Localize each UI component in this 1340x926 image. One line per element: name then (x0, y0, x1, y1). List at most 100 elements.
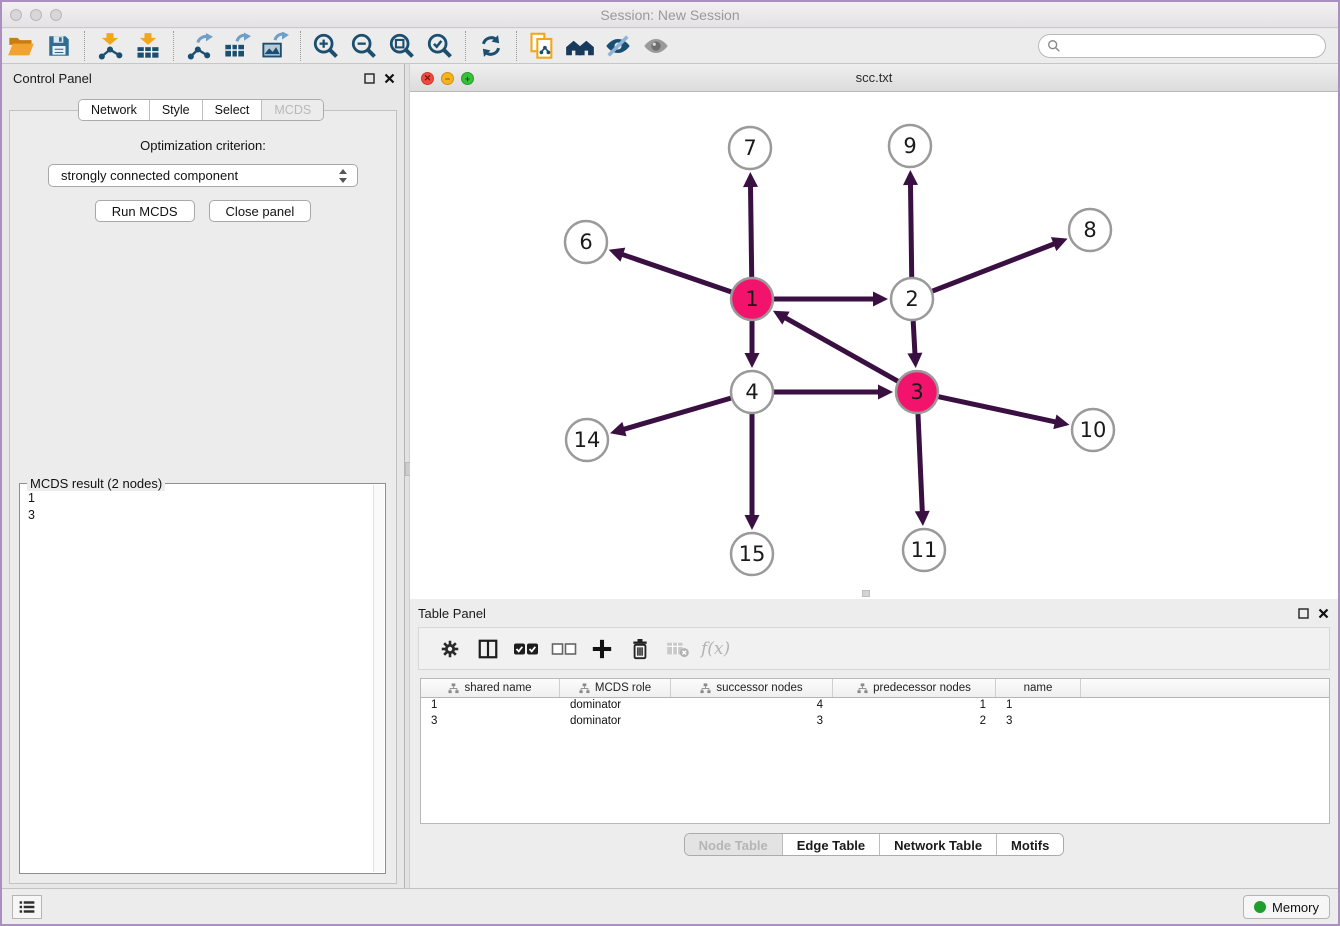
zoom-in-icon[interactable] (307, 30, 345, 62)
svg-text:15: 15 (739, 542, 766, 566)
cell-successor-nodes[interactable]: 4 (671, 698, 833, 714)
memory-button[interactable]: Memory (1243, 895, 1330, 919)
tab-network-table[interactable]: Network Table (879, 834, 996, 855)
graph-node-2[interactable]: 2 (891, 278, 933, 320)
delete-row-trash-icon[interactable] (621, 632, 659, 666)
hide-selected-eye-icon[interactable] (599, 30, 637, 62)
graph-edge-4-14[interactable] (622, 398, 731, 430)
unselect-all-columns-icon[interactable] (545, 632, 583, 666)
tab-select[interactable]: Select (202, 100, 262, 120)
graph-edge-1-7[interactable] (750, 184, 751, 277)
tab-edge-table[interactable]: Edge Table (782, 834, 879, 855)
graph-edge-3-10[interactable] (939, 397, 1058, 423)
graph-node-14[interactable]: 14 (566, 419, 608, 461)
import-table-icon[interactable] (129, 30, 167, 62)
graph-edge-3-11[interactable] (918, 414, 922, 514)
network-view-window: ✕ − + scc.txt 1234678910111415 (410, 64, 1338, 599)
export-image-icon[interactable] (256, 30, 294, 62)
float-panel-icon[interactable] (362, 71, 376, 85)
graph-edge-3-1[interactable] (783, 317, 897, 382)
cell-predecessor-nodes[interactable]: 2 (833, 714, 996, 730)
search-field[interactable] (1038, 34, 1326, 58)
zoom-fit-icon[interactable] (383, 30, 421, 62)
cell-successor-nodes[interactable]: 3 (671, 714, 833, 730)
cell-predecessor-nodes[interactable]: 1 (833, 698, 996, 714)
result-scrollbar[interactable] (373, 485, 384, 872)
column-header-name[interactable]: name (996, 679, 1081, 697)
column-header-predecessor-nodes[interactable]: predecessor nodes (833, 679, 996, 697)
mcds-panel: Optimization criterion: strongly connect… (9, 110, 397, 884)
close-table-panel-icon[interactable] (1316, 606, 1330, 620)
edge-arrowhead-icon (878, 385, 893, 400)
float-table-panel-icon[interactable] (1296, 606, 1310, 620)
optimization-criterion-select[interactable]: strongly connected component (48, 164, 358, 187)
tab-node-table[interactable]: Node Table (685, 834, 782, 855)
table-row[interactable]: 3 dominator 3 2 3 (421, 714, 1329, 730)
task-history-button[interactable] (12, 895, 42, 919)
graph-node-8[interactable]: 8 (1069, 209, 1111, 251)
zoom-out-icon[interactable] (345, 30, 383, 62)
function-builder-icon-disabled: f(x) (701, 639, 730, 659)
column-header-successor-nodes[interactable]: successor nodes (671, 679, 833, 697)
svg-text:8: 8 (1083, 218, 1096, 242)
table-settings-gear-icon[interactable] (431, 632, 469, 666)
graph-node-6[interactable]: 6 (565, 221, 607, 263)
tab-mcds[interactable]: MCDS (261, 100, 323, 120)
node-table: shared name MCDS role successor nodes pr… (420, 678, 1330, 824)
save-session-icon[interactable] (40, 30, 78, 62)
graph-node-10[interactable]: 10 (1072, 409, 1114, 451)
network-canvas[interactable]: 1 2 3 4 6 7 8 9 10 11 14 15 (410, 92, 1340, 599)
control-panel: Control Panel Network Style Select MCDS … (2, 64, 404, 892)
cell-mcds-role[interactable]: dominator (560, 714, 671, 730)
graph-node-3[interactable]: 3 (896, 371, 938, 413)
run-mcds-button[interactable]: Run MCDS (95, 200, 195, 222)
export-network-icon[interactable] (180, 30, 218, 62)
cell-name[interactable]: 1 (996, 698, 1081, 714)
add-column-icon[interactable] (583, 632, 621, 666)
svg-text:10: 10 (1080, 418, 1107, 442)
select-all-columns-icon[interactable] (507, 632, 545, 666)
edge-arrowhead-icon (610, 422, 626, 436)
import-network-icon[interactable] (91, 30, 129, 62)
cell-shared-name[interactable]: 1 (421, 698, 560, 714)
column-label: predecessor nodes (873, 682, 971, 694)
graph-edge-2-8[interactable] (933, 243, 1057, 291)
optimization-criterion-label: Optimization criterion: (10, 138, 396, 153)
svg-text:11: 11 (911, 538, 938, 562)
graph-node-4[interactable]: 4 (731, 371, 773, 413)
home-icon[interactable] (561, 30, 599, 62)
copy-network-icon[interactable] (523, 30, 561, 62)
network-hscroll-handle[interactable] (862, 590, 870, 597)
zoom-selected-icon[interactable] (421, 30, 459, 62)
cell-name[interactable]: 3 (996, 714, 1081, 730)
svg-text:1: 1 (745, 287, 758, 311)
column-header-mcds-role[interactable]: MCDS role (560, 679, 671, 697)
export-table-icon[interactable] (218, 30, 256, 62)
graph-node-15[interactable]: 15 (731, 533, 773, 575)
show-all-eye-icon[interactable] (637, 30, 675, 62)
open-session-icon[interactable] (2, 30, 40, 62)
edge-arrowhead-icon (907, 353, 922, 368)
close-panel-button[interactable]: Close panel (209, 200, 312, 222)
refresh-icon[interactable] (472, 30, 510, 62)
cell-mcds-role[interactable]: dominator (560, 698, 671, 714)
search-input[interactable] (1065, 39, 1325, 53)
graph-edge-2-9[interactable] (910, 182, 911, 277)
column-header-shared-name[interactable]: shared name (421, 679, 560, 697)
graph-node-1[interactable]: 1 (731, 278, 773, 320)
control-panel-tabs: Network Style Select MCDS (78, 99, 324, 121)
select-stepper-icon (338, 168, 348, 187)
show-columns-icon[interactable] (469, 632, 507, 666)
graph-node-11[interactable]: 11 (903, 529, 945, 571)
close-panel-icon[interactable] (382, 71, 396, 85)
tab-network[interactable]: Network (79, 100, 149, 120)
graph-node-9[interactable]: 9 (889, 125, 931, 167)
graph-node-7[interactable]: 7 (729, 127, 771, 169)
tab-motifs[interactable]: Motifs (996, 834, 1063, 855)
graph-edge-2-3[interactable] (913, 321, 915, 356)
graph-edge-1-6[interactable] (620, 254, 731, 292)
edge-arrowhead-icon (1053, 414, 1069, 429)
table-row[interactable]: 1 dominator 4 1 1 (421, 698, 1329, 714)
tab-style[interactable]: Style (149, 100, 202, 120)
cell-shared-name[interactable]: 3 (421, 714, 560, 730)
